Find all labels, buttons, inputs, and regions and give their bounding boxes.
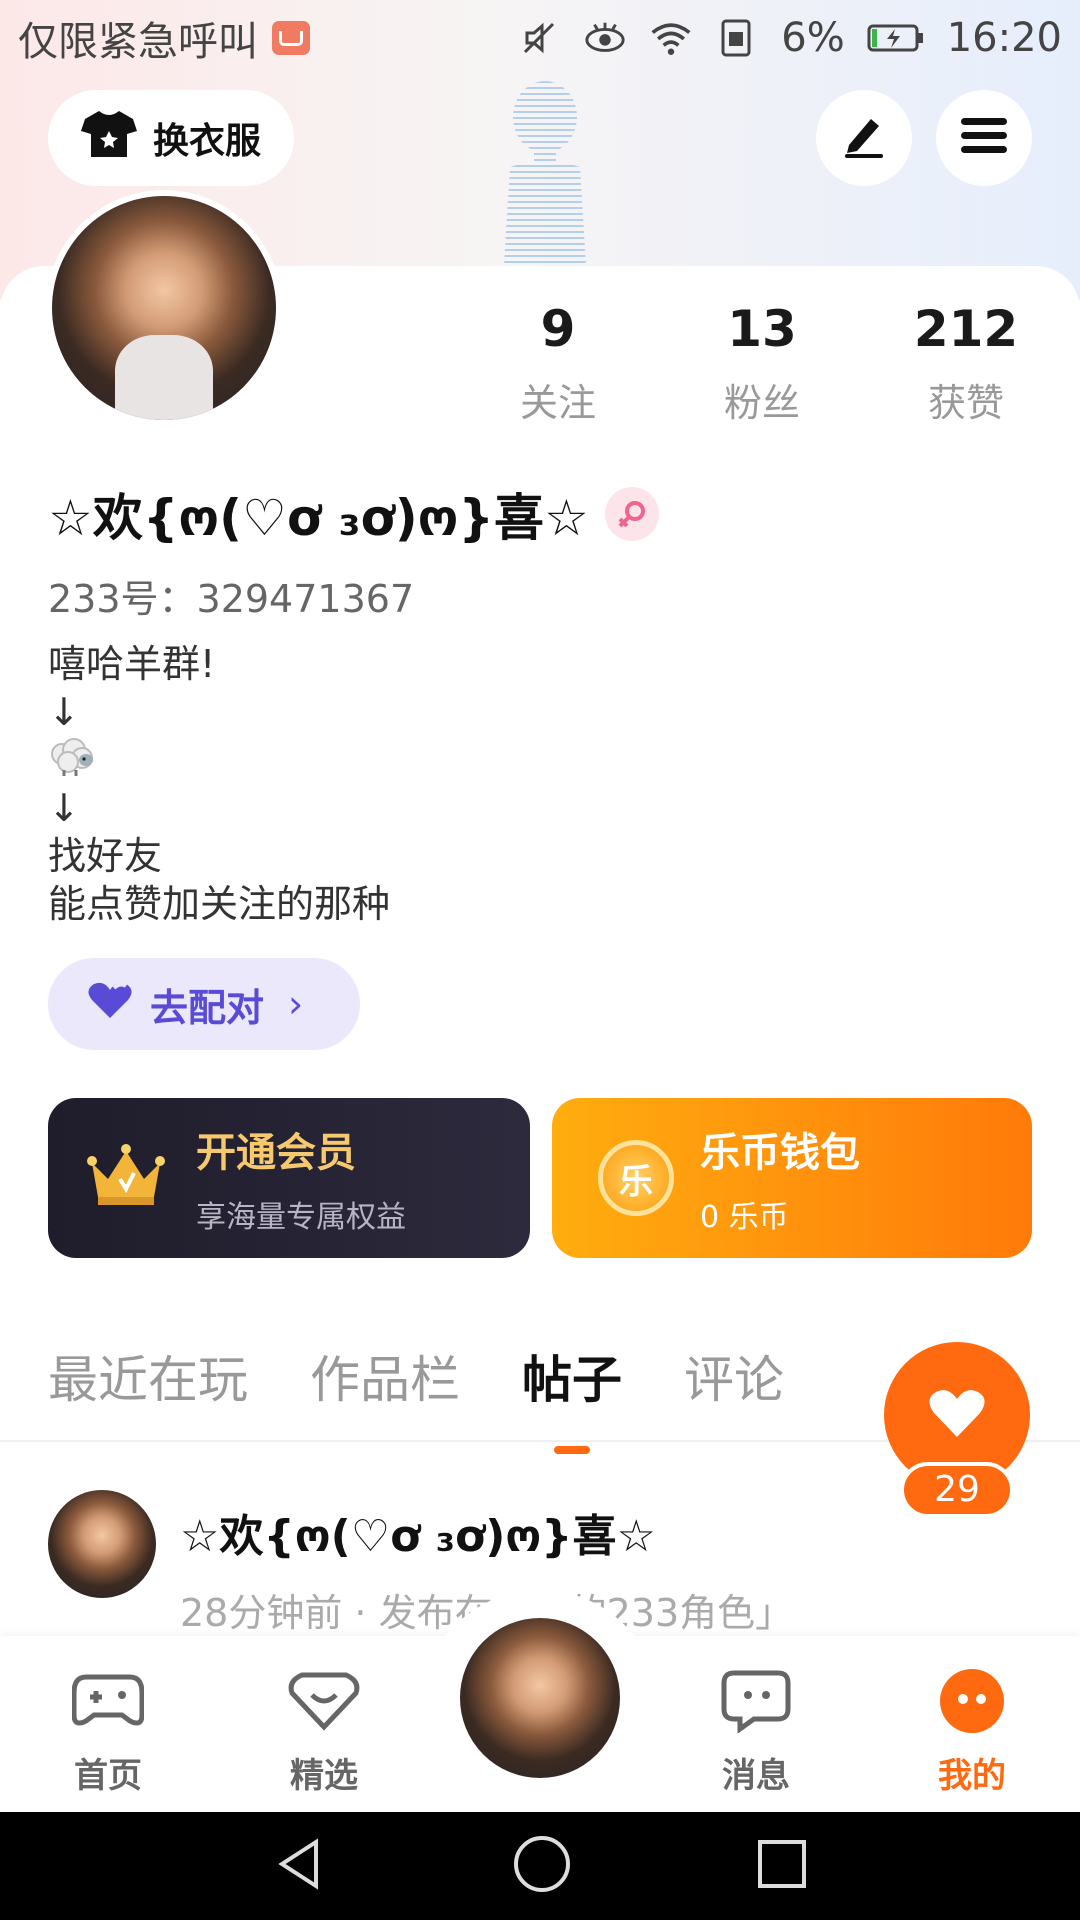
system-navigation-bar <box>0 1812 1080 1920</box>
nav-featured[interactable]: 精选 <box>254 1666 394 1797</box>
nickname-row: ☆欢{ო(♡ơ ₃ơ)ო}喜☆ <box>48 478 659 550</box>
tab-comments[interactable]: 评论 <box>684 1340 784 1430</box>
nav-messages-label: 消息 <box>722 1756 790 1796</box>
profile-avatar[interactable] <box>46 190 282 426</box>
tab-recently-played[interactable]: 最近在玩 <box>48 1340 248 1430</box>
vip-membership-card[interactable]: 开通会员 享海量专属权益 <box>48 1098 530 1258</box>
post-author-avatar[interactable] <box>48 1490 156 1598</box>
bottom-navigation: 首页 精选 消息 我的 <box>0 1590 1080 1812</box>
nickname: ☆欢{ო(♡ơ ₃ơ)ო}喜☆ <box>48 489 589 547</box>
pen-icon <box>841 113 887 163</box>
chevron-right-icon: › <box>288 982 304 1026</box>
wifi-icon <box>649 18 693 58</box>
stat-followers[interactable]: 13 粉丝 <box>682 300 842 427</box>
notification-app-icon <box>272 21 310 55</box>
post-author-name: ☆欢{ო(♡ơ ₃ơ)ო}喜☆ <box>180 1511 656 1562</box>
sim-icon <box>715 18 759 58</box>
nav-home[interactable]: 首页 <box>38 1666 178 1797</box>
post-item[interactable]: ☆欢{ო(♡ơ ₃ơ)ო}喜☆ 28分钟前 · 发布在「我的233角色」 <box>48 1490 793 1637</box>
nav-me[interactable]: 我的 <box>902 1666 1042 1797</box>
likes-label: 获赞 <box>927 381 1004 425</box>
nav-messages[interactable]: 消息 <box>686 1666 826 1797</box>
clock: 16:20 <box>946 15 1062 61</box>
wallet-balance: 0 乐币 <box>700 1200 789 1235</box>
message-bubble-icon <box>686 1666 826 1736</box>
tab-posts[interactable]: 帖子 <box>522 1340 622 1454</box>
likes-count: 212 <box>913 300 1019 358</box>
crown-icon <box>86 1143 166 1213</box>
avatar-image <box>52 196 276 420</box>
female-gender-icon <box>604 487 659 541</box>
bio-line: ↓ <box>48 786 80 830</box>
hamburger-icon <box>961 116 1007 160</box>
sheep-icon <box>48 736 96 778</box>
profile-face-icon <box>902 1666 1042 1736</box>
followers-label: 粉丝 <box>723 381 800 425</box>
nav-center-avatar[interactable] <box>454 1612 626 1784</box>
vip-title: 开通会员 <box>196 1130 356 1176</box>
stat-following[interactable]: 9 关注 <box>478 300 638 427</box>
wallet-title: 乐币钱包 <box>700 1130 860 1176</box>
battery-charging-icon <box>867 18 925 58</box>
emergency-call-text: 仅限紧急呼叫 <box>18 19 258 65</box>
coin-icon: 乐 <box>598 1140 674 1216</box>
home-circle-icon[interactable] <box>512 1834 572 1898</box>
match-label: 去配对 <box>150 985 265 1030</box>
mute-icon <box>517 18 561 58</box>
bio-line: ↓ <box>48 690 80 734</box>
tab-works[interactable]: 作品栏 <box>310 1340 460 1430</box>
character-figure[interactable] <box>488 75 602 265</box>
bio-line: 能点赞加关注的那种 <box>48 882 391 926</box>
like-count-badge: 29 <box>900 1462 1014 1518</box>
stat-likes[interactable]: 212 获赞 <box>886 300 1046 427</box>
status-bar: 仅限紧急呼叫 6% 16:20 <box>0 0 1080 76</box>
edit-profile-button[interactable] <box>816 90 912 186</box>
change-outfit-label: 换衣服 <box>152 121 261 162</box>
eye-icon <box>583 18 627 58</box>
nav-me-label: 我的 <box>938 1756 1006 1796</box>
nav-home-label: 首页 <box>74 1756 142 1796</box>
vip-subtitle: 享海量专属权益 <box>196 1200 406 1235</box>
back-icon[interactable] <box>272 1836 328 1896</box>
change-outfit-button[interactable]: 换衣服 <box>48 90 294 186</box>
following-count: 9 <box>540 300 576 358</box>
followers-count: 13 <box>727 300 797 358</box>
menu-button[interactable] <box>936 90 1032 186</box>
battery-percent: 6% <box>781 15 845 61</box>
gamepad-icon <box>38 1666 178 1736</box>
heart-icon <box>928 1387 986 1443</box>
bio: 嘻哈羊群! ↓ ↓ 找好友 能点赞加关注的那种 <box>48 640 390 928</box>
bio-emoji-line <box>48 736 390 784</box>
content-tabs: 最近在玩 作品栏 帖子 评论 <box>48 1340 784 1454</box>
user-id: 233号：329471367 <box>48 577 415 621</box>
recent-apps-icon[interactable] <box>756 1838 808 1894</box>
match-button[interactable]: 去配对 › <box>48 958 360 1050</box>
heart-icon <box>86 980 134 1029</box>
bio-line: 嘻哈羊群! <box>48 642 216 686</box>
bio-line: 找好友 <box>48 834 163 878</box>
shirt-icon <box>80 109 137 168</box>
coin-wallet-card[interactable]: 乐 乐币钱包 0 乐币 <box>552 1098 1032 1258</box>
following-label: 关注 <box>519 381 596 425</box>
heart-diamond-icon <box>254 1666 394 1736</box>
nav-featured-label: 精选 <box>290 1756 358 1796</box>
